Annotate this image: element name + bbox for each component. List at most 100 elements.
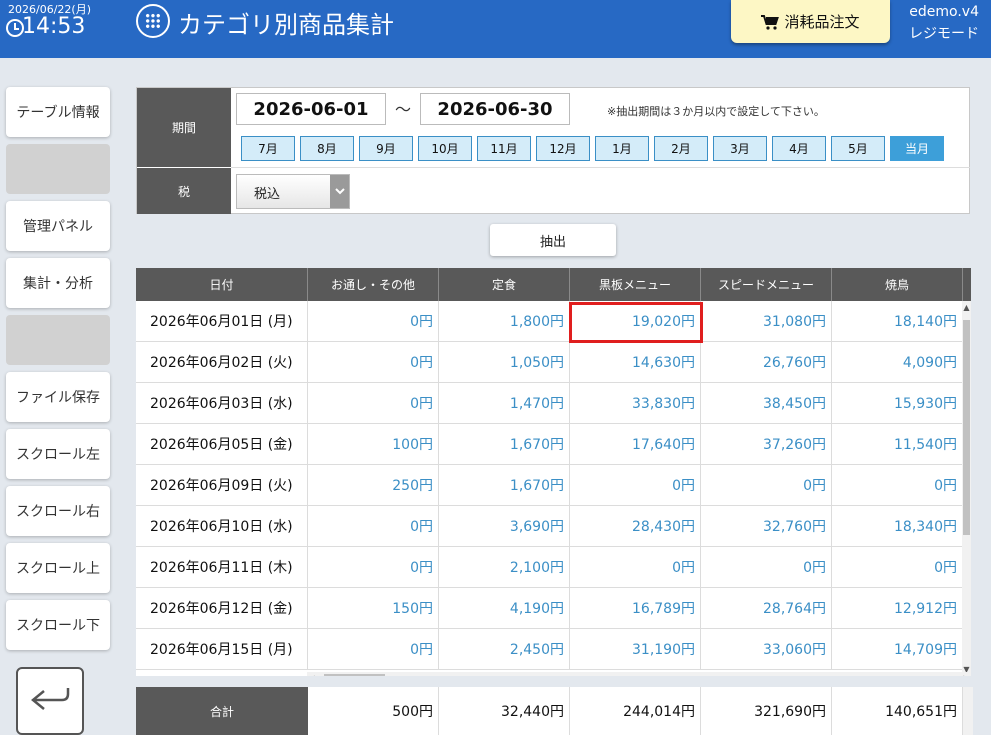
cell-speed[interactable]: 38,450円 — [701, 383, 832, 423]
cell-teishoku[interactable]: 1,470円 — [439, 383, 570, 423]
cell-teishoku[interactable]: 2,100円 — [439, 547, 570, 587]
table-row: 2026年06月02日 (火) 0円 1,050円 14,630円 26,760円 4,0… — [136, 342, 963, 383]
cell-blackboard[interactable]: 33,830円 — [570, 383, 701, 423]
sidebar-item-blank-2[interactable] — [6, 315, 110, 365]
sidebar-item-blank-1[interactable] — [6, 144, 110, 194]
cell-otoshi[interactable]: 0円 — [308, 301, 439, 341]
column-header-blackboard[interactable]: 黒板メニュー — [570, 268, 701, 301]
extract-button[interactable]: 抽出 — [490, 224, 616, 256]
cell-date: 2026年06月11日 (木) — [136, 547, 308, 587]
cell-blackboard[interactable]: 0円 — [570, 465, 701, 505]
cell-yakitori[interactable]: 0円 — [832, 465, 963, 505]
sidebar-item-scroll-right[interactable]: スクロール右 — [6, 486, 110, 536]
page-title: カテゴリ別商品集計 — [178, 11, 394, 39]
month-button-jul[interactable]: 7月 — [241, 136, 295, 161]
sidebar-item-scroll-down[interactable]: スクロール下 — [6, 600, 110, 650]
table-row: 2026年06月11日 (木) 0円 2,100円 0円 0円 0円 — [136, 547, 963, 588]
date-to-input[interactable]: 2026-06-30 — [420, 93, 570, 125]
cell-yakitori[interactable]: 15,930円 — [832, 383, 963, 423]
cell-yakitori[interactable]: 4,090円 — [832, 342, 963, 382]
sidebar-item-scroll-up[interactable]: スクロール上 — [6, 543, 110, 593]
cell-yakitori[interactable]: 18,340円 — [832, 506, 963, 546]
tax-label: 税 — [137, 168, 231, 214]
scroll-right-arrow-icon[interactable]: › — [963, 671, 967, 676]
cell-otoshi[interactable]: 0円 — [308, 342, 439, 382]
cell-speed[interactable]: 0円 — [701, 547, 832, 587]
cell-teishoku[interactable]: 1,050円 — [439, 342, 570, 382]
sidebar-item-admin-panel[interactable]: 管理パネル — [6, 201, 110, 251]
cell-otoshi[interactable]: 100円 — [308, 424, 439, 464]
order-supplies-button[interactable]: 消耗品注文 — [731, 0, 890, 43]
cell-teishoku[interactable]: 4,190円 — [439, 588, 570, 628]
cell-yakitori[interactable]: 0円 — [832, 547, 963, 587]
sidebar-item-save-file[interactable]: ファイル保存 — [6, 372, 110, 422]
cell-speed[interactable]: 32,760円 — [701, 506, 832, 546]
cell-otoshi[interactable]: 0円 — [308, 506, 439, 546]
back-button[interactable] — [16, 667, 84, 735]
cell-yakitori[interactable]: 12,912円 — [832, 588, 963, 628]
cell-blackboard[interactable]: 14,630円 — [570, 342, 701, 382]
cell-otoshi[interactable]: 0円 — [308, 629, 439, 669]
cell-otoshi[interactable]: 0円 — [308, 383, 439, 423]
month-button-current[interactable]: 当月 — [890, 136, 944, 161]
total-speed: 321,690円 — [701, 687, 832, 735]
totals-row: 合計 500円 32,440円 244,014円 321,690円 140,65… — [136, 687, 973, 735]
column-header-speed[interactable]: スピードメニュー — [701, 268, 832, 301]
cell-teishoku[interactable]: 1,800円 — [439, 301, 570, 341]
column-header-teishoku[interactable]: 定食 — [439, 268, 570, 301]
cell-speed[interactable]: 26,760円 — [701, 342, 832, 382]
column-header-otoshi[interactable]: お通し・その他 — [308, 268, 439, 301]
cell-yakitori[interactable]: 14,709円 — [832, 629, 963, 669]
cell-blackboard[interactable]: 0円 — [570, 547, 701, 587]
cell-teishoku[interactable]: 2,450円 — [439, 629, 570, 669]
sidebar-item-scroll-left[interactable]: スクロール左 — [6, 429, 110, 479]
month-button-sep[interactable]: 9月 — [359, 136, 413, 161]
cell-blackboard[interactable]: 19,020円 — [570, 301, 701, 341]
cell-blackboard[interactable]: 16,789円 — [570, 588, 701, 628]
order-supplies-label: 消耗品注文 — [784, 13, 860, 31]
month-button-may[interactable]: 5月 — [831, 136, 885, 161]
vertical-scroll-thumb[interactable] — [963, 320, 970, 535]
cart-icon — [761, 14, 780, 30]
scroll-up-arrow-icon[interactable]: ▲ — [962, 303, 971, 312]
table-body: 2026年06月01日 (月) 0円 1,800円 19,020円 31,080円 18,… — [136, 301, 963, 670]
month-button-dec[interactable]: 12月 — [536, 136, 590, 161]
vertical-scrollbar[interactable]: ▲ ▼ — [962, 301, 971, 676]
cell-speed[interactable]: 28,764円 — [701, 588, 832, 628]
cell-speed[interactable]: 31,080円 — [701, 301, 832, 341]
date-from-input[interactable]: 2026-06-01 — [236, 93, 386, 125]
cell-speed[interactable]: 33,060円 — [701, 629, 832, 669]
column-header-yakitori[interactable]: 焼鳥 — [832, 268, 963, 301]
cell-teishoku[interactable]: 3,690円 — [439, 506, 570, 546]
cell-blackboard[interactable]: 17,640円 — [570, 424, 701, 464]
brand-name: edemo.v4 — [909, 4, 979, 20]
column-header-date[interactable]: 日付 — [136, 268, 308, 301]
cell-otoshi[interactable]: 250円 — [308, 465, 439, 505]
horizontal-scrollbar[interactable]: ‹ › — [307, 671, 971, 676]
sidebar-item-table-info[interactable]: テーブル情報 — [6, 87, 110, 137]
cell-teishoku[interactable]: 1,670円 — [439, 465, 570, 505]
month-button-oct[interactable]: 10月 — [418, 136, 472, 161]
month-button-feb[interactable]: 2月 — [654, 136, 708, 161]
cell-teishoku[interactable]: 1,670円 — [439, 424, 570, 464]
cell-otoshi[interactable]: 150円 — [308, 588, 439, 628]
app-grid-icon[interactable] — [136, 4, 170, 38]
month-button-aug[interactable]: 8月 — [300, 136, 354, 161]
cell-otoshi[interactable]: 0円 — [308, 547, 439, 587]
month-button-apr[interactable]: 4月 — [772, 136, 826, 161]
cell-yakitori[interactable]: 11,540円 — [832, 424, 963, 464]
scroll-left-arrow-icon[interactable]: ‹ — [311, 671, 315, 676]
horizontal-scroll-thumb[interactable] — [324, 674, 385, 676]
cell-blackboard[interactable]: 28,430円 — [570, 506, 701, 546]
cell-speed[interactable]: 37,260円 — [701, 424, 832, 464]
table-row: 2026年06月03日 (水) 0円 1,470円 33,830円 38,450円 15,… — [136, 383, 963, 424]
tax-select[interactable]: 税込 — [236, 174, 350, 209]
month-button-mar[interactable]: 3月 — [713, 136, 767, 161]
cell-date: 2026年06月01日 (月) — [136, 301, 308, 341]
month-button-jan[interactable]: 1月 — [595, 136, 649, 161]
cell-speed[interactable]: 0円 — [701, 465, 832, 505]
cell-blackboard[interactable]: 31,190円 — [570, 629, 701, 669]
month-button-nov[interactable]: 11月 — [477, 136, 531, 161]
sidebar-item-analytics[interactable]: 集計・分析 — [6, 258, 110, 308]
cell-yakitori[interactable]: 18,140円 — [832, 301, 963, 341]
